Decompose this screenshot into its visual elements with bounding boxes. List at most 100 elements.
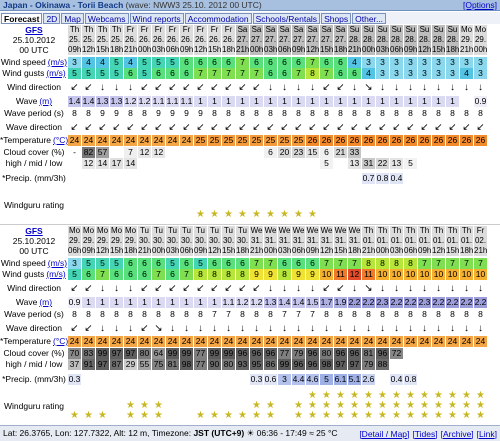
options-link[interactable]: [Options] (463, 0, 497, 10)
data-cell: 5 (404, 158, 418, 169)
data-cell: 6 (278, 57, 292, 68)
header-cell: Su (362, 25, 376, 35)
header-cell: 27. (264, 35, 278, 45)
data-cell: ↓ (418, 281, 432, 295)
data-cell: 6 (166, 68, 180, 79)
data-cell: ↙ (208, 80, 222, 94)
tab-shops[interactable]: Shops (321, 12, 352, 24)
data-cell (404, 359, 418, 370)
unit-link[interactable]: (m) (39, 96, 52, 106)
data-cell: 5 (320, 374, 334, 385)
tab-forecast[interactable]: Forecast (1, 12, 43, 24)
tab-map[interactable]: Map (61, 12, 84, 24)
data-cell: 8 (222, 269, 236, 280)
data-cell: 7 (320, 258, 334, 269)
data-cell: 96 (348, 348, 362, 359)
unit-link[interactable]: (°C) (53, 135, 68, 145)
data-cell: 9 (152, 108, 166, 119)
data-cell: ↙ (250, 80, 264, 94)
data-cell: 8 (68, 309, 82, 320)
direction-arrow-icon: ↓ (198, 323, 203, 334)
data-cell: 8 (124, 309, 138, 320)
header-cell: Mo (110, 226, 124, 236)
header-cell: 06h (278, 45, 292, 55)
tab-webcams[interactable]: Webcams (84, 12, 129, 24)
direction-arrow-icon: ↓ (394, 82, 399, 93)
unit-link[interactable]: (m/s) (46, 269, 65, 279)
direction-arrow-icon: ↙ (210, 82, 219, 93)
direction-arrow-icon: ↙ (350, 122, 359, 133)
data-cell: 22 (376, 158, 390, 169)
unit-link[interactable]: (m/s) (46, 68, 65, 78)
unit-link[interactable]: (°C) (53, 336, 68, 346)
direction-arrow-icon: ↙ (322, 82, 331, 93)
tab-wind-reports[interactable]: Wind reports (129, 12, 184, 24)
direction-arrow-icon: ↙ (392, 122, 401, 133)
footer-link[interactable]: [Archive] (441, 429, 474, 439)
header-cell: 15h (334, 246, 348, 256)
data-cell: 8 (292, 108, 306, 119)
header-cell: 29. (68, 236, 82, 246)
data-cell: 3 (376, 57, 390, 68)
direction-arrow-icon: ↓ (324, 323, 329, 334)
data-cell (334, 158, 348, 169)
star-icon: ★ (462, 410, 471, 421)
direction-arrow-icon: ↓ (408, 323, 413, 334)
star-icon: ★ (266, 209, 275, 220)
data-cell: 3 (404, 57, 418, 68)
footer-link[interactable]: [Link] (477, 429, 497, 439)
direction-arrow-icon: ↓ (282, 323, 287, 334)
data-cell: ★ ★ ★ (418, 391, 432, 421)
data-cell: 6 (292, 258, 306, 269)
data-cell: 55 (138, 359, 152, 370)
data-cell: 1 (446, 96, 460, 107)
data-cell: 2.2 (362, 297, 376, 308)
header-cell: 00h (138, 45, 152, 55)
unit-link[interactable]: (m) (39, 297, 52, 307)
header-cell: 26. (166, 35, 180, 45)
data-cell: 6 (292, 57, 306, 68)
data-cell: 24 (180, 135, 194, 146)
data-cell: 33 (348, 147, 362, 158)
direction-arrow-icon: ↙ (322, 122, 331, 133)
run-date: 25.10.2012 (12, 236, 56, 246)
data-cell: 7 (432, 258, 446, 269)
tab-2d[interactable]: 2D (43, 12, 61, 24)
unit-link[interactable]: (m/s) (48, 57, 67, 67)
data-cell: 1 (96, 297, 110, 308)
data-cell: 96 (334, 348, 348, 359)
footer-link[interactable]: [Tides] (412, 429, 437, 439)
header-cell: 21h (474, 246, 488, 256)
data-cell: 3 (376, 68, 390, 79)
data-cell: 5 (96, 68, 110, 79)
data-cell (124, 190, 138, 220)
model-link[interactable]: GFS (0, 226, 68, 236)
header-cell: 31. (334, 236, 348, 246)
tab-other-[interactable]: Other... (352, 12, 387, 24)
data-cell: 1 (362, 96, 376, 107)
header-cell: 28. (404, 35, 418, 45)
tab-accommodation[interactable]: Accommodation (184, 12, 252, 24)
data-cell (82, 190, 96, 220)
header-cell: 21h (250, 246, 264, 256)
data-cell: ↙ (334, 120, 348, 134)
header-cell: Sa (250, 25, 264, 35)
direction-arrow-icon: ↓ (114, 323, 119, 334)
header-cell: 12h (82, 45, 96, 55)
header-row-days: Th Th Th Th Fr Fr Fr Fr Fr Fr Fr Fr Sa Sa Sa Sa Sa Sa Sa Sa… (68, 25, 498, 35)
header-cell: 31. (250, 236, 264, 246)
tab-schools-rentals[interactable]: Schools/Rentals (252, 12, 321, 24)
row-label-period: Wave period (s) (0, 108, 68, 119)
header-cell: 09h (180, 45, 194, 55)
data-cell: 8 (418, 309, 432, 320)
unit-link[interactable]: (m/s) (48, 258, 67, 268)
footer-link[interactable]: [Detail / Map] (359, 429, 409, 439)
header-cell: 01. (460, 236, 474, 246)
data-cell (152, 374, 166, 385)
header-cell: 18h (236, 246, 250, 256)
data-cell: 3 (68, 258, 82, 269)
direction-arrow-icon: ↓ (408, 283, 413, 294)
star-icon: ★ (252, 209, 261, 220)
model-link[interactable]: GFS (0, 25, 68, 35)
data-cell: ↓ (292, 80, 306, 94)
